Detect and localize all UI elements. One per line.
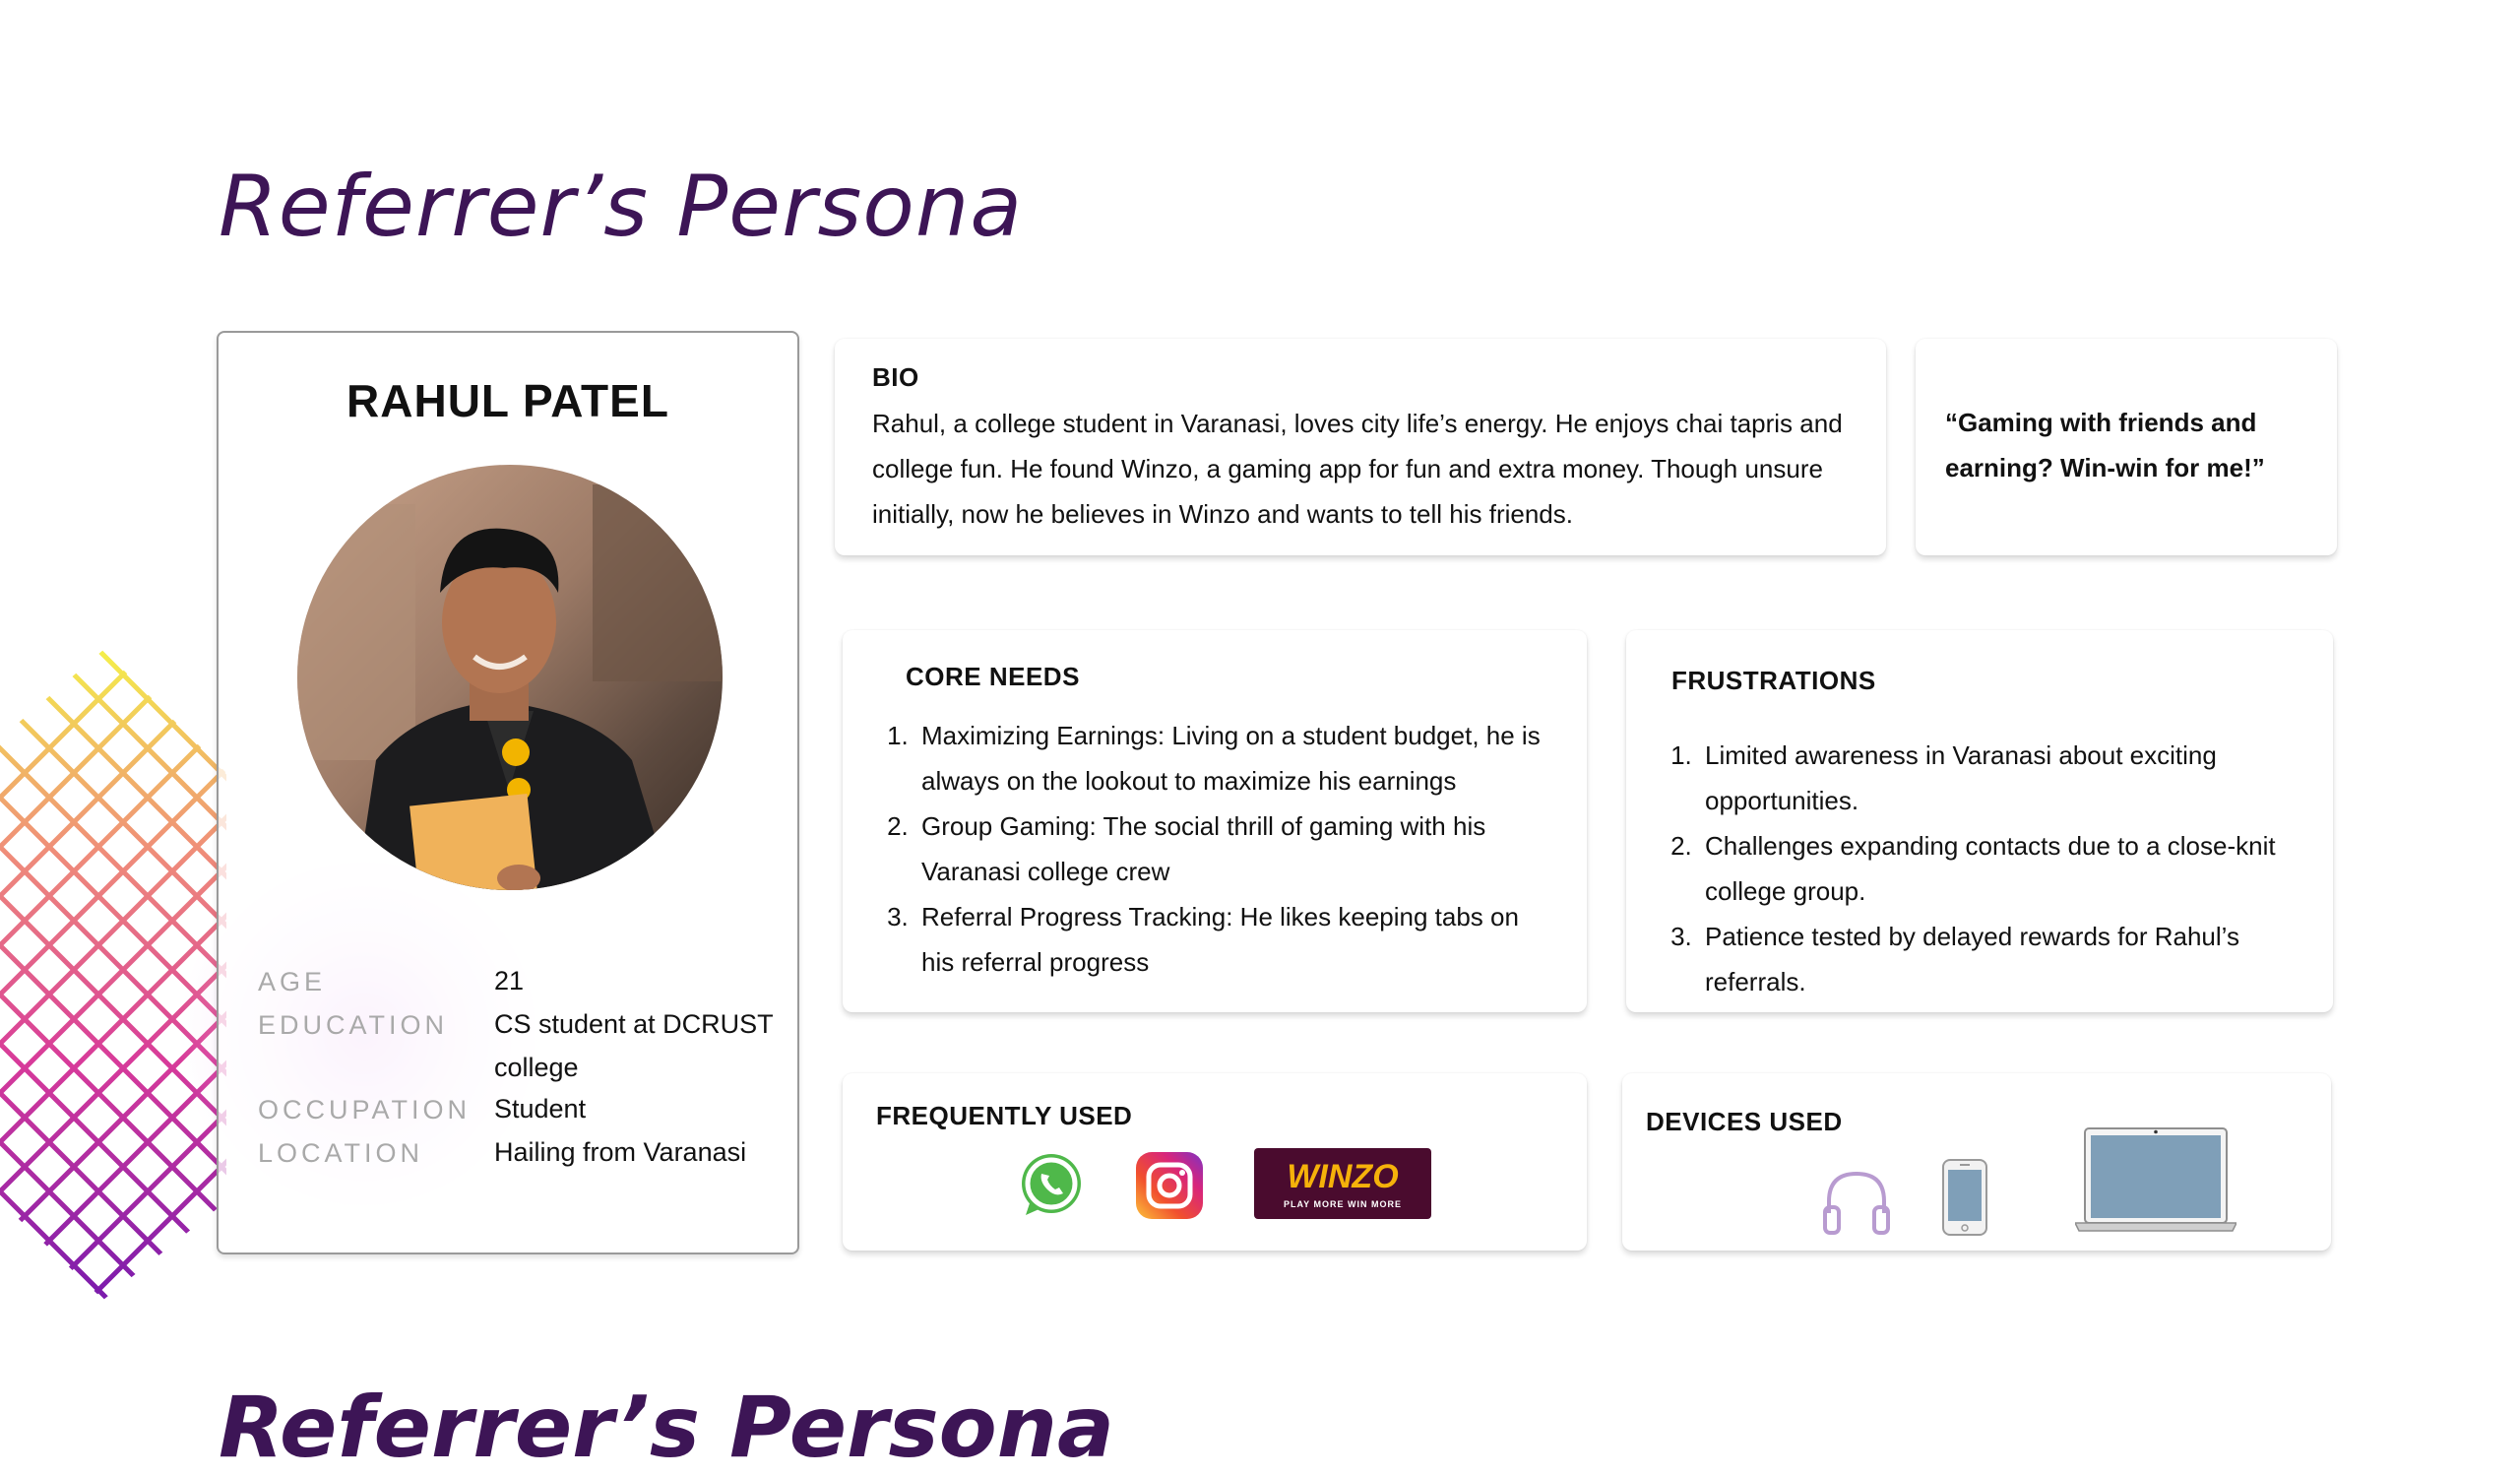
age-value: 21	[494, 966, 525, 995]
svg-text:WINZO: WINZO	[1287, 1158, 1398, 1195]
core-needs-list: Maximizing Earnings: Living on a student…	[888, 713, 1555, 985]
education-label: EDUCATION	[258, 1010, 449, 1040]
frustrations-heading: FRUSTRATIONS	[1671, 666, 1876, 695]
bio-card: BIO Rahul, a college student in Varanasi…	[835, 339, 1886, 555]
education-value: CS student at DCRUST college	[494, 1009, 774, 1082]
bio-heading: BIO	[872, 362, 919, 392]
location-value: Hailing from Varanasi	[494, 1137, 747, 1167]
next-slide-title: Referrer’s Persona	[219, 1379, 1114, 1477]
quote-card: “Gaming with friends and earning? Win-wi…	[1916, 339, 2337, 555]
devices-used-card: DEVICES USED	[1622, 1073, 2331, 1251]
svg-text:PLAY MORE WIN MORE: PLAY MORE WIN MORE	[1284, 1199, 1402, 1209]
core-need-item: Group Gaming: The social thrill of gamin…	[915, 803, 1555, 894]
frustration-item: Challenges expanding contacts due to a c…	[1699, 823, 2319, 914]
frustrations-list: Limited awareness in Varanasi about exci…	[1671, 733, 2319, 1004]
headphones-icon	[1823, 1171, 1890, 1235]
smartphone-icon	[1942, 1159, 1987, 1236]
winzo-logo: WINZO PLAY MORE WIN MORE	[1254, 1148, 1431, 1219]
instagram-icon	[1136, 1152, 1203, 1219]
frustrations-card: FRUSTRATIONS Limited awareness in Varana…	[1626, 630, 2333, 1012]
core-need-item: Referral Progress Tracking: He likes kee…	[915, 894, 1555, 985]
frequently-used-heading: FREQUENTLY USED	[876, 1101, 1133, 1130]
whatsapp-icon	[1022, 1154, 1081, 1215]
age-label: AGE	[258, 967, 327, 996]
persona-quote: “Gaming with friends and earning? Win-wi…	[1945, 408, 2265, 482]
core-needs-heading: CORE NEEDS	[906, 662, 1080, 691]
profile-card: RAHUL PATEL AGE 21 EDUCATION CS student …	[217, 331, 799, 1254]
location-label: LOCATION	[258, 1138, 424, 1168]
frequently-used-card: FREQUENTLY USED WINZO PLAY MORE WIN MORE	[843, 1073, 1587, 1251]
core-needs-card: CORE NEEDS Maximizing Earnings: Living o…	[843, 630, 1587, 1012]
laptop-icon	[2075, 1127, 2236, 1232]
core-need-item: Maximizing Earnings: Living on a student…	[915, 713, 1555, 803]
bio-text: Rahul, a college student in Varanasi, lo…	[872, 409, 1843, 529]
occupation-label: OCCUPATION	[258, 1095, 472, 1124]
occupation-value: Student	[494, 1094, 587, 1124]
devices-used-heading: DEVICES USED	[1646, 1107, 1843, 1136]
profile-name: RAHUL PATEL	[346, 375, 669, 426]
page-title: Referrer’s Persona	[219, 158, 1024, 256]
frustration-item: Patience tested by delayed rewards for R…	[1699, 914, 2319, 1004]
profile-photo	[297, 465, 723, 890]
frustration-item: Limited awareness in Varanasi about exci…	[1699, 733, 2319, 823]
